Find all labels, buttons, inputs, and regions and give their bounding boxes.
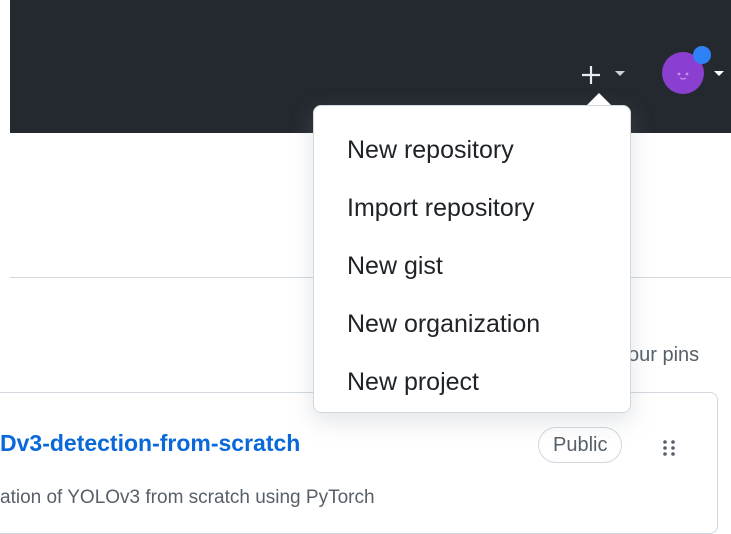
menu-item-new-project[interactable]: New project — [314, 353, 630, 411]
pinned-repo-card — [0, 392, 718, 534]
dropdown-pointer — [587, 93, 611, 105]
repo-title-link[interactable]: Dv3-detection-from-scratch — [0, 430, 300, 457]
avatar-caret-icon[interactable] — [712, 66, 726, 80]
repo-description: ation of YOLOv3 from scratch using PyTor… — [0, 487, 375, 508]
menu-item-new-repository[interactable]: New repository — [314, 121, 630, 179]
create-new-button[interactable] — [576, 60, 606, 90]
status-badge — [693, 46, 711, 64]
customize-pins-link[interactable]: our pins — [628, 344, 699, 367]
create-menu-list: New repository Import repository New gis… — [314, 121, 630, 411]
menu-item-import-repository[interactable]: Import repository — [314, 179, 630, 237]
menu-item-new-organization[interactable]: New organization — [314, 295, 630, 353]
visibility-badge: Public — [538, 427, 623, 463]
plus-icon — [582, 66, 600, 84]
grabber-icon[interactable] — [661, 438, 677, 458]
caret-down-icon[interactable] — [613, 66, 627, 80]
create-new-dropdown: New repository Import repository New gis… — [313, 105, 631, 413]
menu-item-new-gist[interactable]: New gist — [314, 237, 630, 295]
